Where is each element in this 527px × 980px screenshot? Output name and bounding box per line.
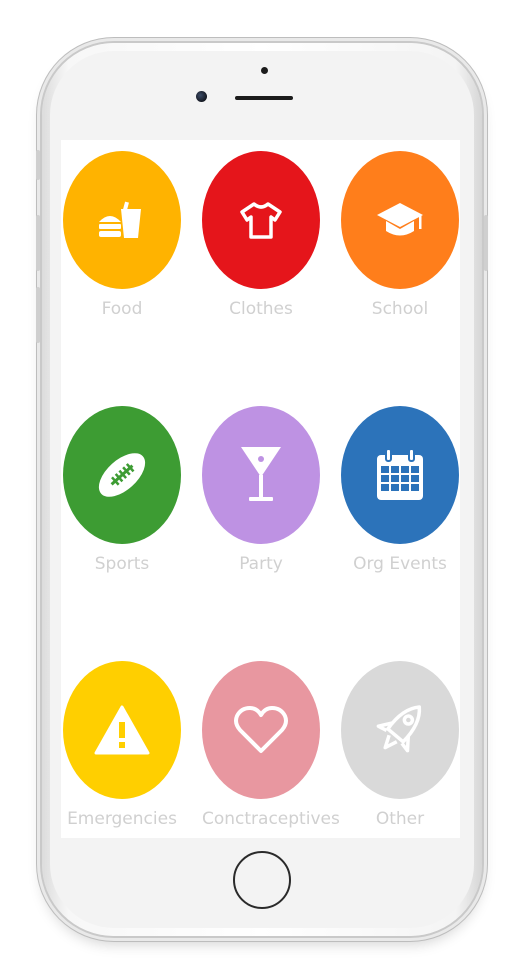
category-clothes[interactable]: Clothes — [202, 151, 320, 319]
graduation-cap-icon — [377, 203, 423, 236]
category-school-circle[interactable] — [341, 151, 459, 289]
category-emergencies[interactable]: Emergencies — [63, 661, 181, 829]
category-label: Other — [375, 809, 425, 829]
mute-switch — [36, 150, 40, 180]
category-org-events[interactable]: Org Events — [341, 406, 459, 574]
category-label: Party — [239, 554, 283, 574]
category-other-circle[interactable] — [341, 661, 459, 799]
category-label: Org Events — [353, 554, 447, 574]
rocket-icon — [376, 705, 422, 753]
volume-up-button — [36, 215, 40, 271]
category-school[interactable]: School — [341, 151, 459, 319]
proximity-sensor — [261, 67, 268, 74]
power-button — [484, 215, 488, 271]
category-label: Food — [101, 299, 143, 319]
category-contraceptives[interactable]: Conctraceptives — [202, 661, 340, 829]
category-other[interactable]: Other — [341, 661, 459, 829]
front-camera — [196, 91, 207, 102]
category-emergencies-circle[interactable] — [63, 661, 181, 799]
category-sports[interactable]: Sports — [63, 406, 181, 574]
category-food-circle[interactable] — [63, 151, 181, 289]
fastfood-icon — [99, 201, 141, 238]
category-label: Conctraceptives — [202, 809, 340, 829]
category-party[interactable]: Party — [202, 406, 320, 574]
tshirt-icon — [240, 202, 282, 239]
category-sports-circle[interactable] — [63, 406, 181, 544]
category-org-events-circle[interactable] — [341, 406, 459, 544]
category-contraceptives-circle[interactable] — [202, 661, 320, 799]
category-party-circle[interactable] — [202, 406, 320, 544]
warning-icon — [94, 705, 150, 755]
earpiece-speaker — [235, 96, 293, 100]
calendar-icon — [377, 448, 423, 500]
category-label: Sports — [94, 554, 150, 574]
cocktail-glass-icon — [241, 447, 281, 501]
category-label: School — [371, 299, 429, 319]
heart-icon — [234, 706, 288, 753]
volume-down-button — [36, 287, 40, 343]
category-food[interactable]: Food — [63, 151, 181, 319]
category-label: Clothes — [229, 299, 293, 319]
category-label: Emergencies — [67, 809, 177, 829]
home-button[interactable] — [233, 851, 291, 909]
category-clothes-circle[interactable] — [202, 151, 320, 289]
football-icon — [98, 453, 146, 497]
category-screen: Food Clothes School Sports Party Org Eve… — [61, 140, 460, 838]
